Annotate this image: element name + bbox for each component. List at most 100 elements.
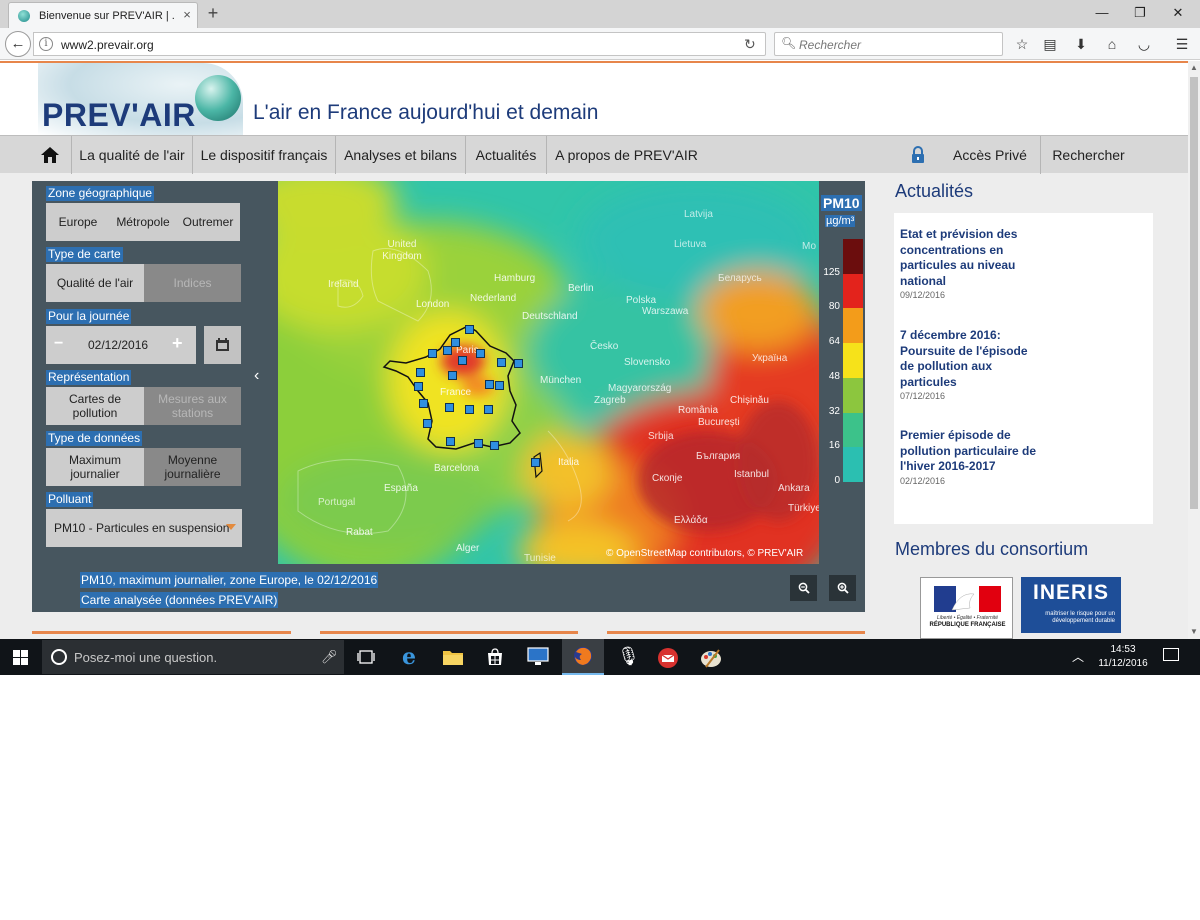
new-tab-button[interactable]: + [203,4,223,24]
zoom-in-button[interactable] [829,575,856,601]
map-label: Berlin [568,283,594,294]
legend-tick-label: 125 [823,266,840,278]
station-marker[interactable] [531,458,540,467]
url-bar[interactable]: i www2.prevair.org ↻ [33,32,766,56]
zoom-out-button[interactable] [790,575,817,601]
daily-max-button[interactable]: Maximum journalier [46,448,144,486]
station-measurements-button[interactable]: Mesures aux stations [144,387,241,425]
close-window-button[interactable]: ✕ [1160,0,1196,26]
station-marker[interactable] [419,399,428,408]
reading-list-icon[interactable]: ▤ [1039,33,1061,55]
station-marker[interactable] [490,441,499,450]
scroll-up-icon[interactable]: ▲ [1188,61,1200,75]
station-marker[interactable] [446,437,455,446]
station-marker[interactable] [465,325,474,334]
restore-button[interactable]: ❐ [1122,0,1158,26]
browser-search-placeholder[interactable]: Rechercher [799,38,861,52]
station-marker[interactable] [416,368,425,377]
browser-search-bar[interactable]: 🔍︎ Rechercher [774,32,1003,56]
station-marker[interactable] [414,382,423,391]
station-marker[interactable] [443,346,452,355]
pollution-maps-button[interactable]: Cartes de pollution [46,387,144,425]
station-marker[interactable] [423,419,432,428]
date-value[interactable]: 02/12/2016 [88,338,148,352]
reload-icon[interactable]: ↻ [744,36,756,53]
bookmark-star-icon[interactable]: ☆ [1011,33,1033,55]
start-button[interactable] [0,639,42,675]
pollution-map-svg [278,181,819,564]
taskbar-firefox-active[interactable] [562,639,604,675]
microphone-icon[interactable]: 🎤︎ [321,649,338,665]
map-label: Ireland [328,279,359,290]
pocket-icon[interactable]: ◡ [1133,33,1155,55]
scroll-thumb[interactable] [1190,77,1198,509]
daily-mean-button[interactable]: Moyenne journalière [144,448,241,486]
map-panel: Zone géographique Europe Métropole Outre… [32,181,865,612]
menu-item-analyses[interactable]: Analyses et bilans [336,136,466,174]
news-item-title[interactable]: 7 décembre 2016: Poursuite de l'épisode … [900,328,1040,390]
station-marker[interactable] [474,439,483,448]
station-marker[interactable] [448,371,457,380]
taskbar-mail[interactable] [648,642,688,672]
zone-outremer-button[interactable]: Outremer [176,203,240,241]
menu-item-apropos[interactable]: A propos de PREV'AIR [547,136,706,174]
home-browser-icon[interactable]: ⌂ [1101,33,1123,55]
back-button[interactable]: ← [5,31,31,57]
taskbar-paint[interactable] [690,642,730,672]
station-marker[interactable] [451,338,460,347]
news-item-title[interactable]: Etat et prévision des concentrations en … [900,227,1040,289]
browser-tab[interactable]: Bienvenue sur PREV'AIR | ... × [8,2,198,28]
close-tab-icon[interactable]: × [179,7,195,23]
station-marker[interactable] [445,403,454,412]
menu-item-rechercher[interactable]: Rechercher [1041,136,1136,174]
collapse-panel-icon[interactable]: ‹ [254,367,259,385]
download-icon[interactable]: ⬇ [1070,33,1092,55]
station-marker[interactable] [514,359,523,368]
taskbar-store[interactable] [475,642,515,672]
station-marker[interactable] [484,405,493,414]
zone-metropole-button[interactable]: Métropole [110,203,176,241]
station-marker[interactable] [485,380,494,389]
site-logo[interactable]: PREV'AIR [42,97,196,134]
map-type-indices-button[interactable]: Indices [144,264,241,302]
menu-home[interactable] [28,136,72,174]
cortana-placeholder[interactable]: Posez-moi une question. [74,650,217,665]
calendar-button[interactable] [204,326,241,364]
date-prev-button[interactable]: − [54,335,63,353]
lock-icon[interactable] [910,146,926,164]
map-type-air-quality-button[interactable]: Qualité de l'air [46,264,144,302]
republique-francaise-logo[interactable]: Liberté • Égalité • Fraternité RÉPUBLIQU… [920,577,1013,639]
menu-item-qualite[interactable]: La qualité de l'air [72,136,193,174]
zone-europe-button[interactable]: Europe [46,203,110,241]
station-marker[interactable] [465,405,474,414]
cortana-search-box[interactable]: Posez-moi une question. 🎤︎ [42,640,344,674]
task-view-button[interactable] [346,642,386,672]
pollution-map[interactable]: United Kingdom Ireland London Nederland … [278,181,819,564]
site-info-icon[interactable]: i [39,37,53,51]
taskbar-remote-desktop[interactable] [518,642,558,672]
system-clock[interactable]: 14:53 11/12/2016 [1093,643,1153,671]
taskbar-voice-app[interactable]: 🎙︎ [605,642,645,672]
menu-item-dispositif[interactable]: Le dispositif français [193,136,336,174]
url-text[interactable]: www2.prevair.org [61,38,154,52]
taskbar-file-explorer[interactable] [433,642,473,672]
station-marker[interactable] [428,349,437,358]
station-marker[interactable] [497,358,506,367]
pollutant-select[interactable]: PM10 - Particules en suspension [46,509,242,547]
menu-item-acces-prive[interactable]: Accès Privé [940,136,1041,174]
date-next-button[interactable]: + [172,333,183,354]
taskbar-edge[interactable]: e [390,642,430,672]
ineris-logo[interactable]: INERIS maîtriser le risque pour un dével… [1021,577,1121,633]
show-hidden-icons[interactable]: ︿ [1072,648,1084,665]
notification-center-icon[interactable] [1163,648,1179,661]
station-marker[interactable] [495,381,504,390]
scroll-down-icon[interactable]: ▼ [1188,625,1200,639]
page-scrollbar[interactable]: ▲ ▼ [1188,61,1200,639]
station-marker[interactable] [476,349,485,358]
news-item-title[interactable]: Premier épisode de pollution particulair… [900,428,1040,475]
hamburger-menu-icon[interactable]: ☰ [1171,33,1193,55]
minimize-button[interactable]: — [1084,0,1120,26]
menu-item-actualites[interactable]: Actualités [466,136,547,174]
data-type-label: Type de données [46,431,143,446]
station-marker[interactable] [458,356,467,365]
